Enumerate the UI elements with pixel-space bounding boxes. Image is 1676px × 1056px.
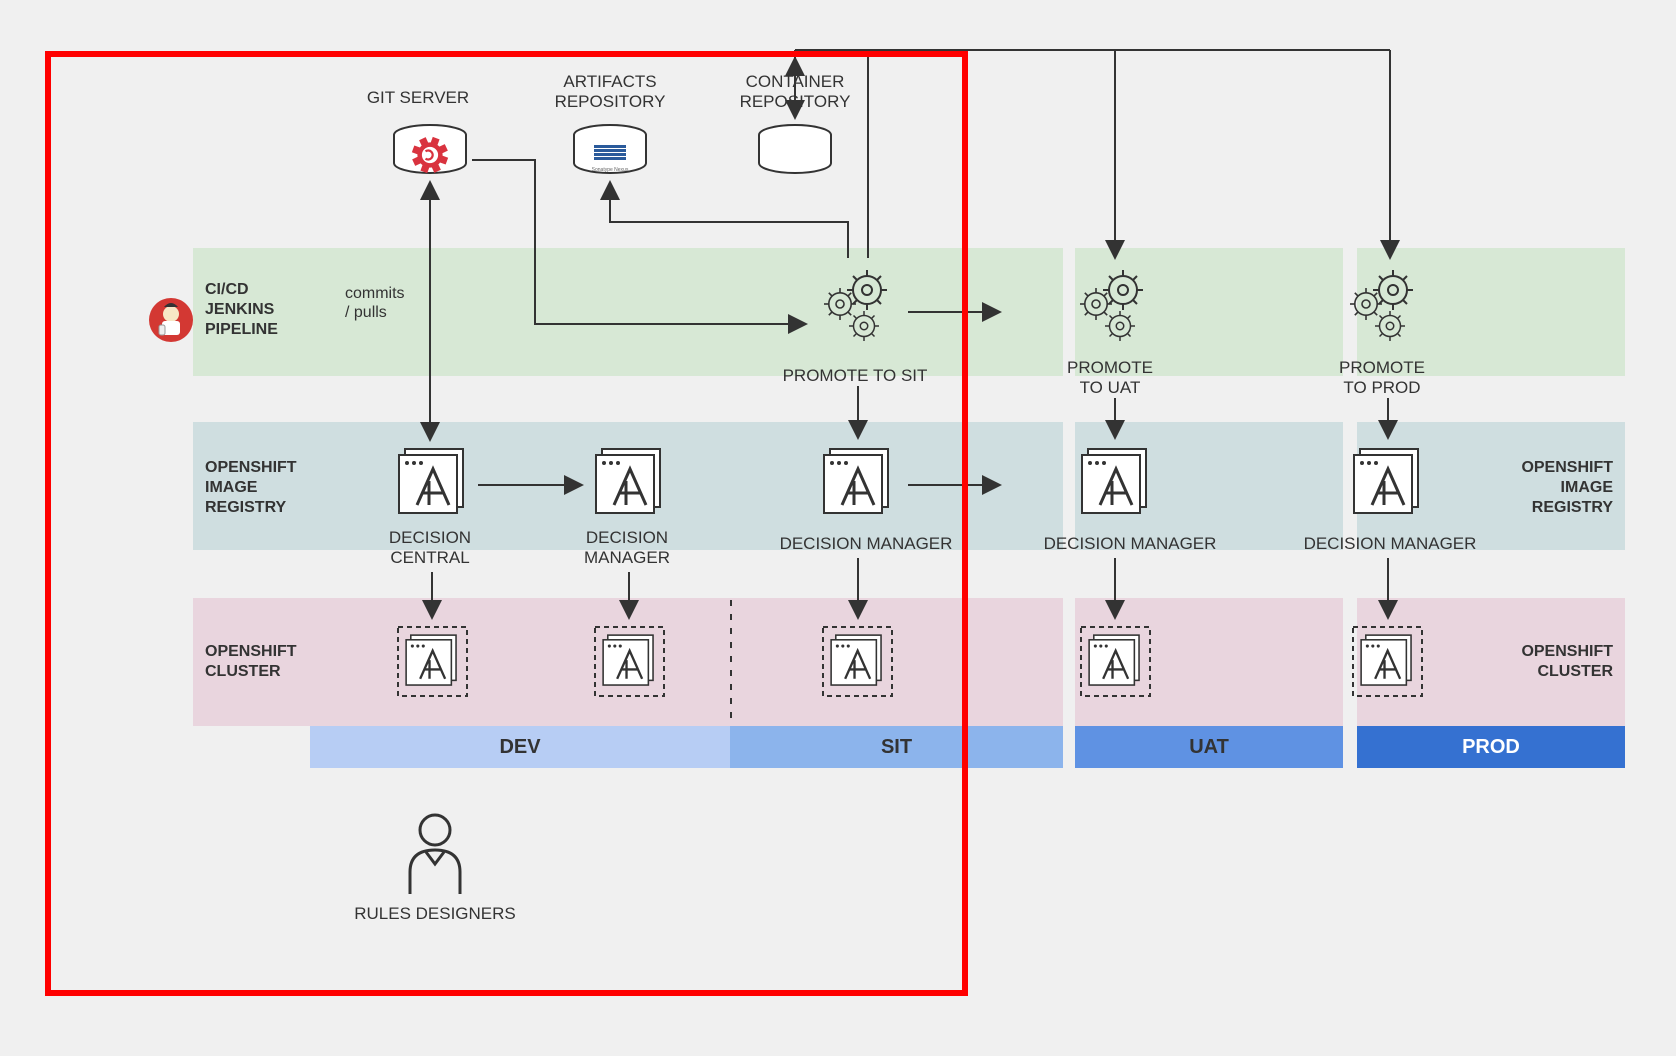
highlight-box — [45, 51, 968, 996]
diagram-canvas: CI/CD JENKINS PIPELINE OPENSHIFT IMAGE R… — [0, 0, 1676, 1056]
